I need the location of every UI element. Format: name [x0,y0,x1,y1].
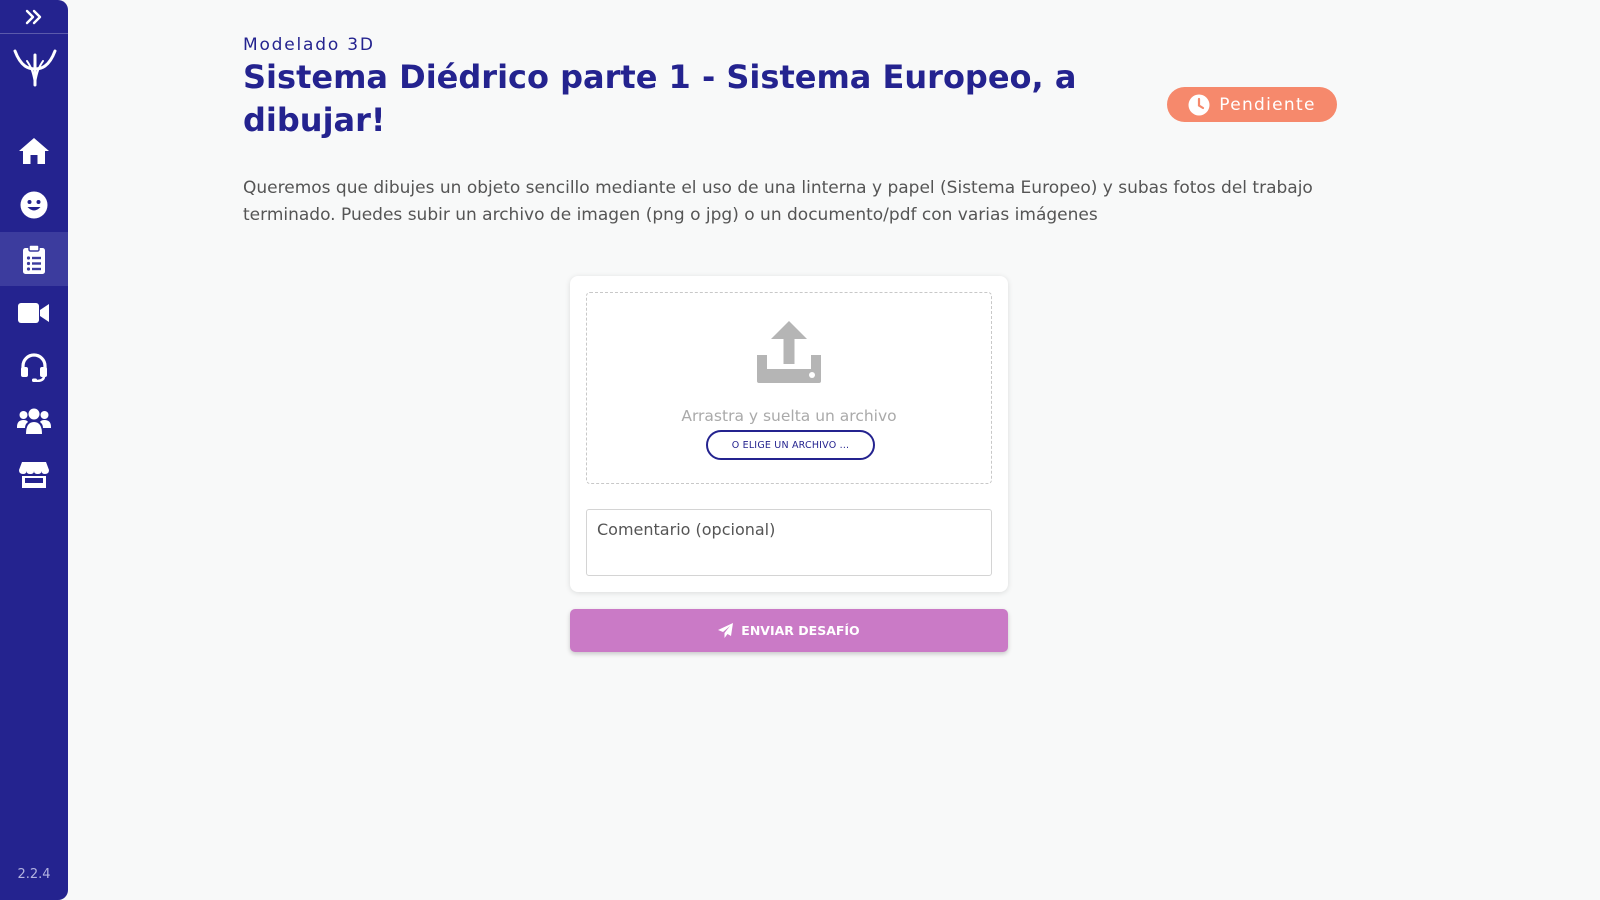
status-badge: Pendiente [1167,87,1337,122]
sidebar-item-videos[interactable] [0,286,68,340]
submission-card: Arrastra y suelta un archivo O ELIGE UN … [570,276,1008,592]
sidebar-item-store[interactable] [0,448,68,502]
sidebar-item-home[interactable] [0,124,68,178]
file-dropzone[interactable]: Arrastra y suelta un archivo O ELIGE UN … [586,292,992,484]
store-icon [19,462,49,488]
challenge-category: Modelado 3D [243,35,375,55]
upload-icon [757,321,821,383]
double-chevron-right-icon [25,9,42,24]
smiley-icon [20,191,48,219]
sidebar-item-profile[interactable] [0,178,68,232]
status-badge-label: Pendiente [1219,94,1316,115]
app-version: 2.2.4 [17,867,51,882]
brand-logo[interactable] [11,45,76,89]
clipboard-list-icon [23,244,45,274]
clock-icon [1188,94,1210,115]
submit-challenge-button[interactable]: ENVIAR DESAFÍO [570,609,1008,652]
sidebar-item-community[interactable] [0,394,68,448]
dropzone-text: Arrastra y suelta un archivo [681,407,897,425]
page-title: Sistema Diédrico parte 1 - Sistema Europ… [243,58,1077,139]
users-icon [17,408,51,434]
submit-button-label: ENVIAR DESAFÍO [741,623,860,638]
home-icon [19,138,49,164]
choose-file-button[interactable]: O ELIGE UN ARCHIVO ... [706,430,875,460]
sidebar-expand-button[interactable] [0,0,68,34]
video-camera-icon [18,303,49,323]
sidebar-item-challenges[interactable] [0,232,68,286]
comment-field[interactable] [586,509,992,576]
paper-plane-icon [718,623,734,638]
headset-icon [21,353,47,382]
sidebar-item-support[interactable] [0,340,68,394]
sidebar: 2.2.4 [0,0,76,900]
challenge-description: Queremos que dibujes un objeto sencillo … [243,178,1313,225]
